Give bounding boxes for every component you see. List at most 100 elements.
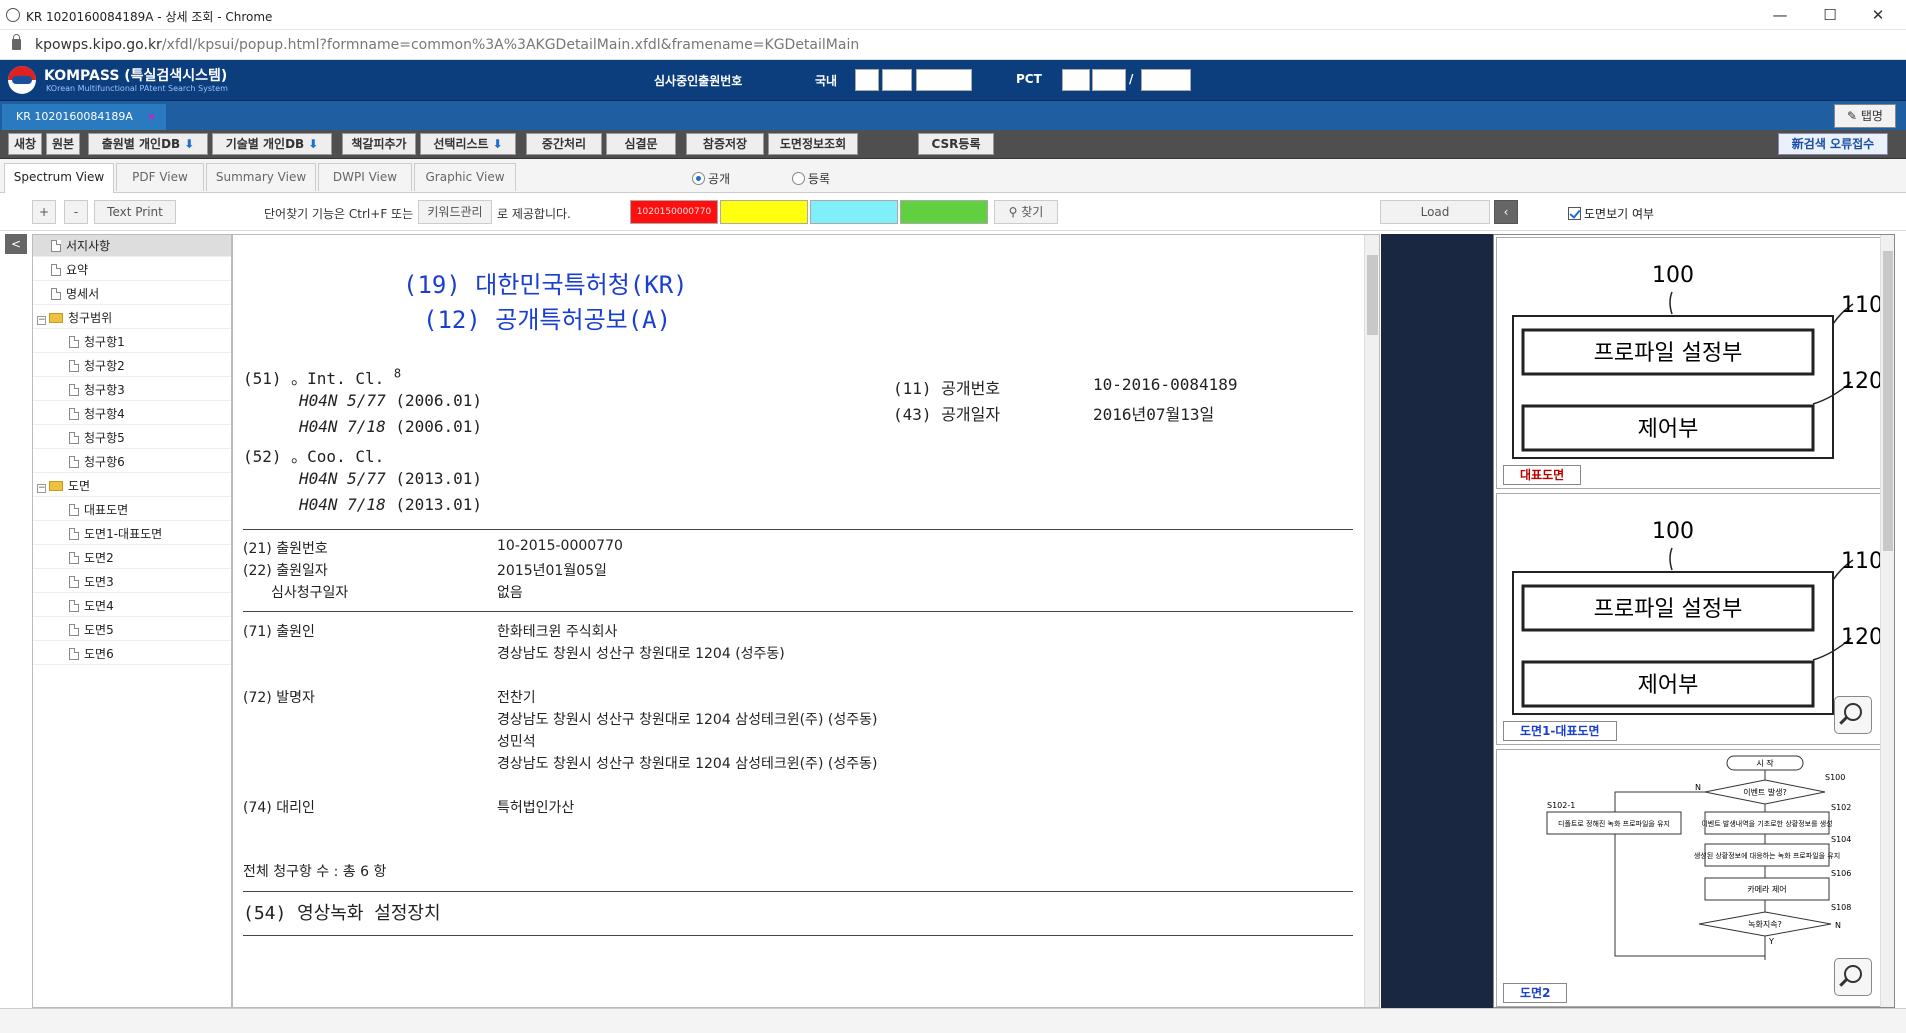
tech-db-button[interactable]: 기술별 개인DB ⬇ [212,133,332,155]
new-window-button[interactable]: 새창 [8,133,42,155]
url-text[interactable]: kpowps.kipo.go.kr/xfdl/kpsui/popup.html?… [35,37,859,53]
zoom-button[interactable] [1834,958,1872,996]
zoom-button[interactable] [1834,696,1872,734]
ipc-entry: H04N 7/18 (2006.01) [299,417,482,436]
scrollbar-thumb[interactable] [1367,255,1378,335]
close-icon[interactable]: ✕ [1860,4,1896,26]
radio-register[interactable]: 등록 [792,170,830,187]
highlight-box-green[interactable] [900,200,988,224]
figure-card-1[interactable]: 100 110 120 프로파일 설정부 제어부 도면1-대표도면 [1496,493,1881,745]
csr-register-button[interactable]: CSR등록 [918,133,994,155]
tech-db-label: 기술별 개인DB [225,137,305,151]
find-button[interactable]: ⚲ 찾기 [994,200,1058,224]
decision-button[interactable]: 심결문 [606,133,676,155]
highlight-box-yellow[interactable] [720,200,808,224]
flowchart-figure: 시 작 이벤트 발생? S100 N 디폴트로 정해진 녹화 프로파일을 유지 … [1546,755,1851,960]
load-button[interactable]: Load [1380,200,1490,224]
tree-item-claim-4[interactable]: 청구항4 [33,403,231,425]
domestic-input-3[interactable] [916,69,972,91]
maximize-icon[interactable]: ☐ [1812,4,1848,26]
select-list-button[interactable]: 선택리스트 ⬇ [420,133,516,155]
tree-item-label: 도면5 [84,623,114,637]
tree-item-claim-3[interactable]: 청구항3 [33,379,231,401]
applicant-db-button[interactable]: 출원별 개인DB ⬇ [88,133,208,155]
tab-pdf-view[interactable]: PDF View [116,163,204,191]
agent-value: 특허법인가산 [497,800,575,816]
document-scrollbar[interactable] [1364,235,1379,1007]
close-tab-icon[interactable]: × [147,104,156,130]
new-search-error-report-button[interactable]: 新검색 오류접수 [1778,133,1888,155]
tree-item-drawing-6[interactable]: 도면6 [33,643,231,665]
minimize-icon[interactable]: — [1762,4,1798,26]
tree-item-drawing-1[interactable]: 도면1-대표도면 [33,523,231,545]
tree-item-drawing-4[interactable]: 도면4 [33,595,231,617]
pct-input-2[interactable] [1092,69,1126,91]
figure-card-rep[interactable]: 100 110 120 프로파일 설정부 제어부 대표도면 [1496,237,1881,489]
intermediate-process-button[interactable]: 중간처리 [526,133,602,155]
zoom-in-button[interactable]: + [32,200,56,224]
figure-gutter [1381,234,1493,1008]
collapse-figures-icon[interactable]: ‹ [1494,200,1518,224]
figure-label[interactable]: 도면2 [1503,983,1568,1003]
tree-item-spec[interactable]: 명세서 [33,283,231,305]
scrollbar-thumb[interactable] [1883,251,1893,551]
collapse-node-icon[interactable]: − [37,484,46,493]
tab-dwpi-view[interactable]: DWPI View [318,163,412,191]
ipc-heading: (51) 。Int. Cl. 8 [243,365,401,389]
tree-item-rep-drawing[interactable]: 대표도면 [33,499,231,521]
zoom-out-button[interactable]: - [64,200,88,224]
highlight-box-red[interactable]: 1020150000770 [630,200,718,224]
figure-card-2[interactable]: 시 작 이벤트 발생? S100 N 디폴트로 정해진 녹화 프로파일을 유지 … [1496,749,1881,1007]
collapse-node-icon[interactable]: − [37,316,46,325]
radio-publish[interactable]: 공개 [692,170,730,187]
app-number-value: 10-2015-0000770 [497,538,623,554]
radio-publish-label: 공개 [708,172,731,186]
keyword-manage-button[interactable]: 키워드관리 [418,200,492,224]
tab-spectrum-view[interactable]: Spectrum View [4,163,114,193]
tab-summary-view[interactable]: Summary View [206,163,316,191]
leader-line [1669,291,1673,315]
tree-item-claim-1[interactable]: 청구항1 [33,331,231,353]
divider [243,529,1353,530]
pct-input-3[interactable] [1141,69,1191,91]
domestic-input-2[interactable] [882,69,912,91]
tab-graphic-view[interactable]: Graphic View [414,163,516,191]
brand-subtitle: KOrean Multifunctional PAtent Search Sys… [46,84,228,93]
collapse-tree-icon[interactable]: < [5,234,27,254]
figure-info-button[interactable]: 도면정보조회 [768,133,858,155]
tree-item-biblio[interactable]: 서지사항 [33,235,231,257]
folder-icon [49,313,63,323]
domestic-input-1[interactable] [855,69,879,91]
tree-item-label: 도면1-대표도면 [84,527,163,541]
text-print-button[interactable]: Text Print [94,200,176,224]
tree-item-claim-5[interactable]: 청구항5 [33,427,231,449]
figure-label[interactable]: 도면1-대표도면 [1503,721,1617,741]
page-icon [69,384,79,396]
tree-item-label: 청구항1 [84,335,125,349]
tree-item-abstract[interactable]: 요약 [33,259,231,281]
tree-item-drawing-5[interactable]: 도면5 [33,619,231,641]
address-bar[interactable]: kpowps.kipo.go.kr/xfdl/kpsui/popup.html?… [0,30,1906,60]
tab-name-button[interactable]: ✎ 탭명 [1834,104,1896,128]
tree-item-drawing-2[interactable]: 도면2 [33,547,231,569]
tree-item-claim-6[interactable]: 청구항6 [33,451,231,473]
globe-icon [6,8,20,22]
tree-item-label: 요약 [66,263,89,277]
original-button[interactable]: 원본 [46,133,80,155]
tree-item-claim-2[interactable]: 청구항2 [33,355,231,377]
tree-item-claims[interactable]: − 청구범위 [33,307,231,329]
page-icon [69,528,79,540]
figure-scrollbar[interactable] [1880,235,1894,1007]
window-title: KR 1020160084189A - 상세 조회 - Chrome [26,10,273,24]
document-tab[interactable]: KR 1020160084189A × [2,104,166,131]
figure-label[interactable]: 대표도면 [1503,465,1582,485]
tree-item-drawing-3[interactable]: 도면3 [33,571,231,593]
highlight-box-cyan[interactable] [810,200,898,224]
reference-save-button[interactable]: 참증저장 [686,133,764,155]
figure-view-checkbox[interactable]: 도면보기 여부 [1568,205,1654,222]
status-strip [0,1008,1906,1033]
flow-box-camera-label: 카메라 제어 [1747,884,1786,894]
pct-input-1[interactable] [1062,69,1090,91]
bookmark-add-button[interactable]: 책갈피추가 [342,133,416,155]
tree-item-drawings[interactable]: − 도면 [33,475,231,497]
